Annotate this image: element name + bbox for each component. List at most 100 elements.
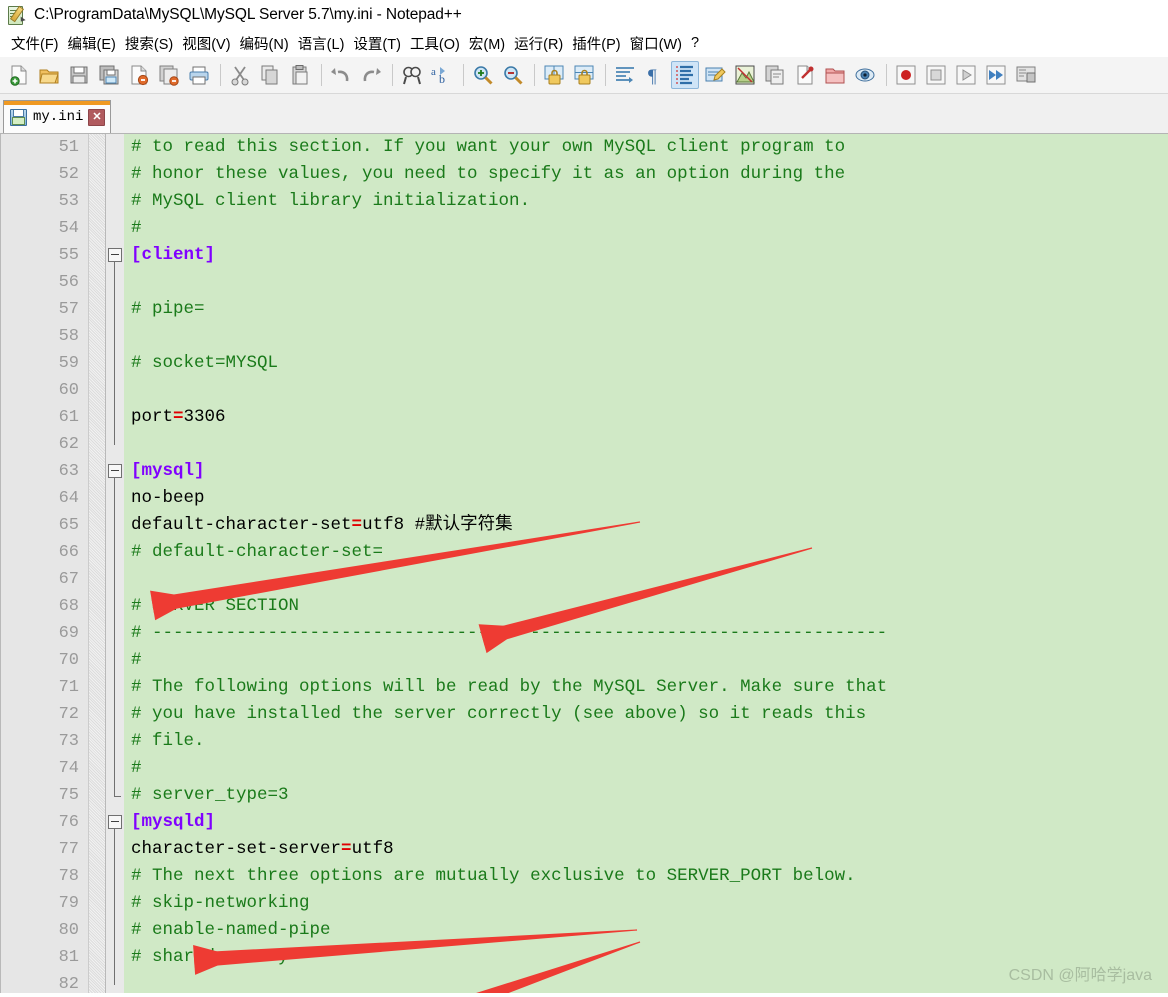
menu-encoding[interactable]: 编码(N) [236,32,294,55]
user-defined-language-icon[interactable] [701,61,729,89]
code-line[interactable]: # you have installed the server correctl… [124,701,1168,728]
play-macro-icon[interactable] [952,61,980,89]
fold-row [106,917,124,944]
code-line[interactable]: # The following options will be read by … [124,674,1168,701]
code-line[interactable]: # [124,215,1168,242]
monitoring-icon[interactable] [851,61,879,89]
code-line[interactable] [124,269,1168,296]
code-line[interactable]: # default-character-set= [124,539,1168,566]
fold-toggle[interactable] [106,242,124,269]
line-number: 51 [58,138,79,157]
record-macro-icon[interactable] [892,61,920,89]
code-line[interactable]: [mysqld] [124,809,1168,836]
save-icon[interactable] [65,61,93,89]
folder-workspace-icon[interactable] [821,61,849,89]
code-line[interactable]: # server_type=3 [124,782,1168,809]
code-line[interactable] [124,377,1168,404]
code-line[interactable] [124,566,1168,593]
document-map-icon[interactable] [731,61,759,89]
replace-icon[interactable]: ab [428,61,456,89]
save-macro-icon[interactable] [1012,61,1040,89]
word-wrap-icon[interactable] [611,61,639,89]
code-line[interactable] [124,323,1168,350]
fold-collapse-icon[interactable] [108,464,122,478]
editor-area[interactable]: 51 52 53 54 55 56 57 58 59 60 61 62 63 64 65 66 67 68 69 70… [0,134,1168,993]
save-all-icon[interactable] [95,61,123,89]
menu-view[interactable]: 视图(V) [178,32,235,55]
paste-icon[interactable] [286,61,314,89]
line-number: 63 [58,462,79,481]
document-switcher-icon[interactable] [791,61,819,89]
code-line[interactable]: # honor these values, you need to specif… [124,161,1168,188]
fold-connector [114,829,115,985]
code-line[interactable]: # skip-networking [124,890,1168,917]
saved-file-icon [10,108,27,126]
code-line[interactable]: # The next three options are mutually ex… [124,863,1168,890]
sync-horizontal-scroll-icon[interactable] [570,61,598,89]
code-line[interactable] [124,431,1168,458]
menu-plugins[interactable]: 插件(P) [568,32,625,55]
fold-margin[interactable] [106,134,124,993]
code-line[interactable]: no-beep [124,485,1168,512]
zoom-in-icon[interactable] [469,61,497,89]
fold-collapse-icon[interactable] [108,815,122,829]
toolbar-separator [534,64,535,86]
show-all-chars-icon[interactable]: ¶ [641,61,669,89]
code-line[interactable]: default-character-set=utf8 #默认字符集 [124,512,1168,539]
code-line[interactable]: # [124,647,1168,674]
find-icon[interactable] [398,61,426,89]
close-file-icon[interactable] [125,61,153,89]
menu-edit[interactable]: 编辑(E) [64,32,121,55]
code-line[interactable]: # MySQL client library initialization. [124,188,1168,215]
code-line[interactable]: [client] [124,242,1168,269]
toolbar-separator [321,64,322,86]
fold-row [106,593,124,620]
close-all-icon[interactable] [155,61,183,89]
open-file-icon[interactable] [35,61,63,89]
code-line[interactable]: # pipe= [124,296,1168,323]
menu-tools[interactable]: 工具(O) [406,32,465,55]
code-line[interactable]: port=3306 [124,404,1168,431]
bookmark-margin[interactable] [88,134,106,993]
menu-language[interactable]: 语言(L) [294,32,350,55]
fold-collapse-icon[interactable] [108,248,122,262]
code-line[interactable]: # socket=MYSQL [124,350,1168,377]
line-number: 65 [58,516,79,535]
menu-run[interactable]: 运行(R) [510,32,568,55]
line-number: 69 [58,624,79,643]
new-file-icon[interactable] [5,61,33,89]
code-line[interactable]: # file. [124,728,1168,755]
indent-guide-icon[interactable] [671,61,699,89]
zoom-out-icon[interactable] [499,61,527,89]
fast-play-macro-icon[interactable] [982,61,1010,89]
line-number: 71 [58,678,79,697]
print-icon[interactable] [185,61,213,89]
redo-icon[interactable] [357,61,385,89]
menu-help[interactable]: ? [687,34,704,52]
code-line[interactable]: [mysql] [124,458,1168,485]
code-content[interactable]: # to read this section. If you want your… [124,134,1168,993]
fold-toggle[interactable] [106,458,124,485]
cut-icon[interactable] [226,61,254,89]
code-token: default-character-set [131,515,352,535]
copy-icon[interactable] [256,61,284,89]
code-line[interactable]: # to read this section. If you want your… [124,134,1168,161]
code-token: # default-character-set= [131,542,384,562]
stop-record-icon[interactable] [922,61,950,89]
code-line[interactable]: # SERVER SECTION [124,593,1168,620]
menu-window[interactable]: 窗口(W) [626,32,687,55]
fold-toggle[interactable] [106,809,124,836]
code-line[interactable]: character-set-server=utf8 [124,836,1168,863]
menu-search[interactable]: 搜索(S) [121,32,178,55]
menu-file[interactable]: 文件(F) [7,32,64,55]
code-line[interactable]: # [124,755,1168,782]
menu-settings[interactable]: 设置(T) [349,32,406,55]
menu-macro[interactable]: 宏(M) [465,32,510,55]
close-icon[interactable]: ✕ [88,108,106,126]
code-line[interactable]: # enable-named-pipe [124,917,1168,944]
function-list-icon[interactable] [761,61,789,89]
sync-vertical-scroll-icon[interactable] [540,61,568,89]
tab-my-ini[interactable]: my.ini ✕ [3,100,112,133]
undo-icon[interactable] [327,61,355,89]
code-line[interactable]: # --------------------------------------… [124,620,1168,647]
